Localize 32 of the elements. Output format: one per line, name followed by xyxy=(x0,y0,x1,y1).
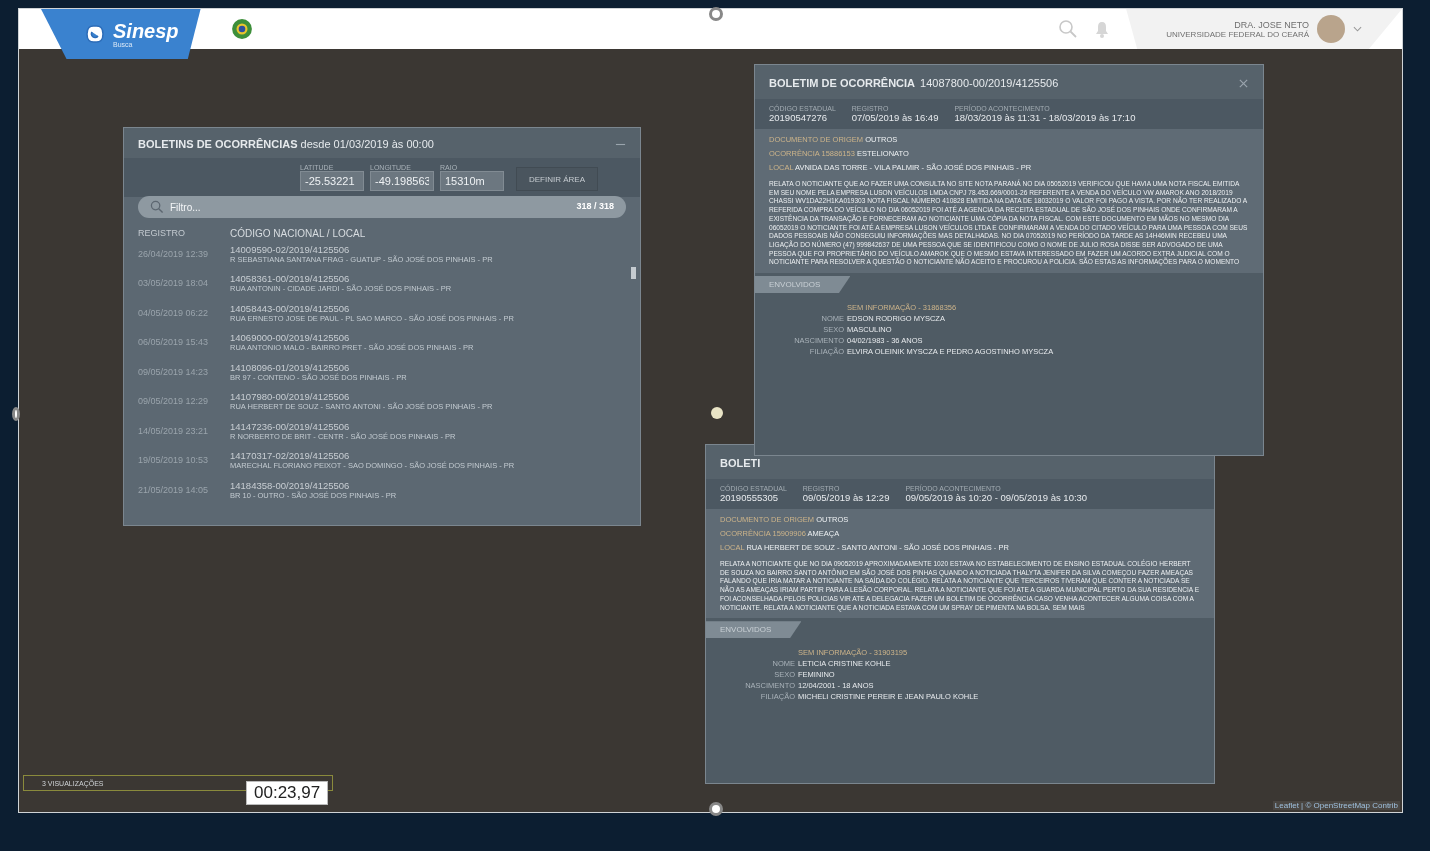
field-value: 09/05/2019 às 12:29 xyxy=(802,492,890,503)
user-name: DRA. JOSE NETO xyxy=(1234,19,1309,30)
field-value: 07/05/2019 às 16:49 xyxy=(851,112,939,123)
column-header: CÓDIGO NACIONAL / LOCAL xyxy=(230,228,366,239)
user-organization: UNIVERSIDADE FEDERAL DO CEARÁ xyxy=(1166,29,1309,39)
search-icon xyxy=(150,200,164,214)
chevron-icon[interactable] xyxy=(1353,26,1362,32)
logo-text: Sinesp xyxy=(113,20,179,41)
field-value: 18/03/2019 às 11:31 - 18/03/2019 às 17:10 xyxy=(954,112,1136,123)
user-panel[interactable]: DRA. JOSE NETO UNIVERSIDADE FEDERAL DO CEARÁ xyxy=(1126,9,1402,49)
map-marker xyxy=(711,407,723,419)
search-icon[interactable] xyxy=(1058,19,1079,39)
map-attribution: Leaflet | © OpenStreetMap Contrib xyxy=(1272,801,1400,810)
window-title: BOLETIM DE OCORRÊNCIA 14087800-00/2019/4125506 xyxy=(769,77,1059,89)
scrollbar-thumb[interactable] xyxy=(631,267,636,279)
window-title: BOLETINS DE OCORRÊNCIAS desde 01/03/2019 às 00:00 xyxy=(138,138,434,150)
logo-icon xyxy=(83,22,107,46)
avatar xyxy=(1317,15,1345,43)
field-value: 20190547276 xyxy=(769,112,829,123)
result-count: 318 / 318 xyxy=(576,201,614,211)
input-field[interactable]: 15310m xyxy=(440,171,504,191)
crop-handle[interactable] xyxy=(709,7,723,21)
window-title: BOLETI xyxy=(720,457,761,469)
emblem-icon xyxy=(230,18,253,40)
define-area-button[interactable]: DEFINIR ÁREA xyxy=(516,167,598,191)
crop-handle[interactable] xyxy=(709,802,723,816)
crop-handle[interactable] xyxy=(12,407,20,421)
field-value: 09/05/2019 às 10:20 - 09/05/2019 às 10:30 xyxy=(905,492,1088,503)
close-icon[interactable] xyxy=(1238,77,1249,89)
input-field[interactable]: -25.53221 xyxy=(300,171,364,191)
field-value: 20190555305 xyxy=(720,492,780,503)
column-header: REGISTRO xyxy=(138,228,186,239)
